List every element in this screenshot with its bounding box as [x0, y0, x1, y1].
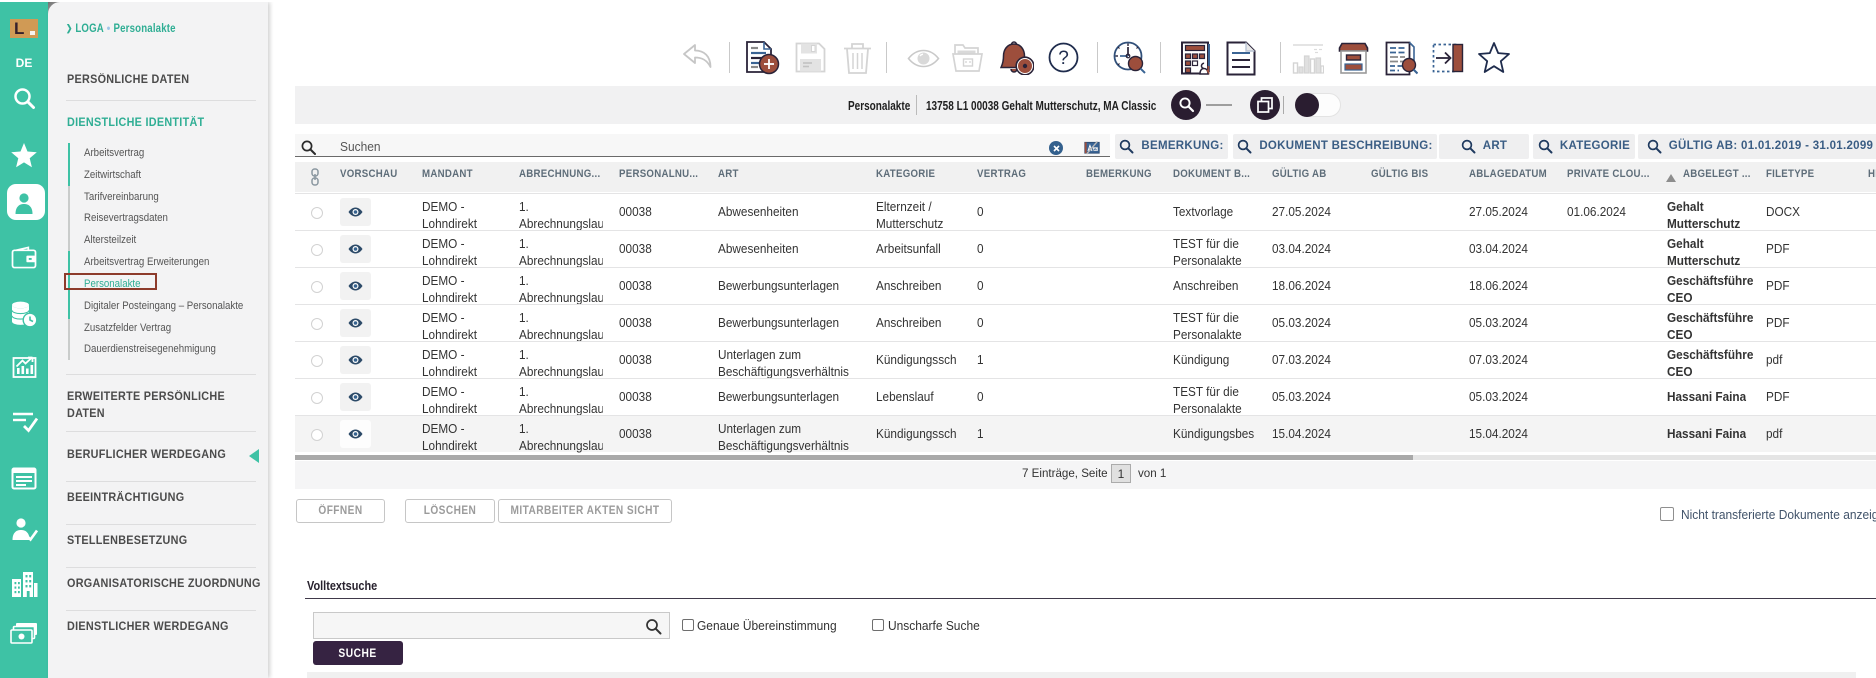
svg-text:?: ? [1058, 48, 1069, 69]
